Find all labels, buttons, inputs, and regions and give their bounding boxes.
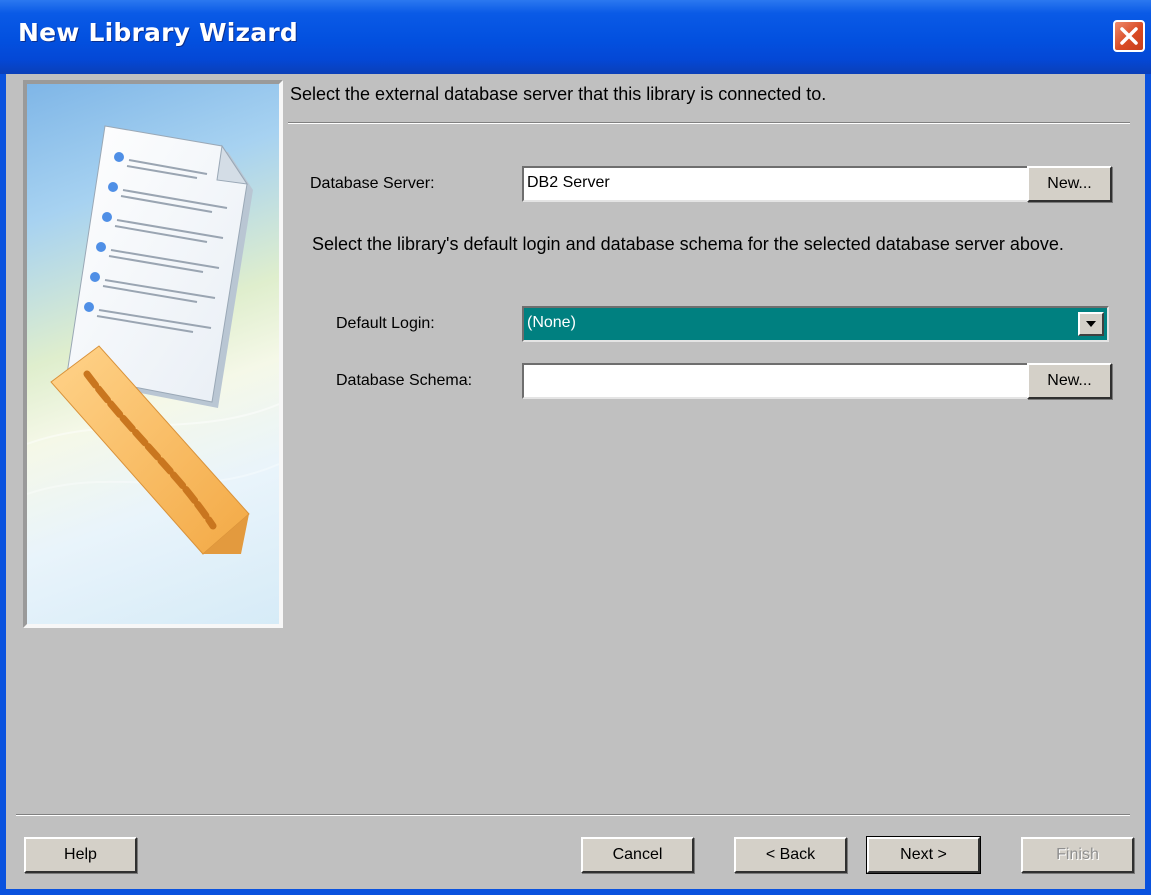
wizard-client-area: Select the external database server that… xyxy=(6,74,1145,889)
wizard-window: New Library Wizard Select the external d… xyxy=(0,0,1151,895)
header-separator xyxy=(288,122,1130,124)
back-button[interactable]: < Back xyxy=(734,837,847,873)
database-schema-label: Database Schema: xyxy=(336,372,473,389)
chevron-down-icon xyxy=(1080,314,1102,334)
database-server-value: DB2 Server xyxy=(527,174,610,191)
next-button[interactable]: Next > xyxy=(866,836,981,874)
intro-text: Select the external database server that… xyxy=(290,84,827,104)
footer-separator xyxy=(16,814,1130,816)
default-login-dropdown-button[interactable] xyxy=(1078,312,1104,336)
close-icon xyxy=(1115,22,1143,50)
default-login-combobox[interactable]: (None) xyxy=(522,306,1109,342)
help-button[interactable]: Help xyxy=(24,837,137,873)
new-schema-button[interactable]: New... xyxy=(1027,363,1112,399)
window-title: New Library Wizard xyxy=(18,18,298,47)
database-server-combobox[interactable]: DB2 Server xyxy=(522,166,1109,202)
database-schema-combobox[interactable] xyxy=(522,363,1109,399)
new-server-button[interactable]: New... xyxy=(1027,166,1112,202)
finish-button[interactable]: Finish xyxy=(1021,837,1134,873)
wizard-document-illustration xyxy=(23,80,283,628)
close-button[interactable] xyxy=(1113,20,1145,52)
cancel-button[interactable]: Cancel xyxy=(581,837,694,873)
login-schema-instructions: Select the library's default login and d… xyxy=(312,234,1064,254)
default-login-value: (None) xyxy=(527,314,576,331)
database-server-label: Database Server: xyxy=(310,175,435,192)
default-login-label: Default Login: xyxy=(336,315,435,332)
title-bar[interactable]: New Library Wizard xyxy=(0,0,1151,74)
